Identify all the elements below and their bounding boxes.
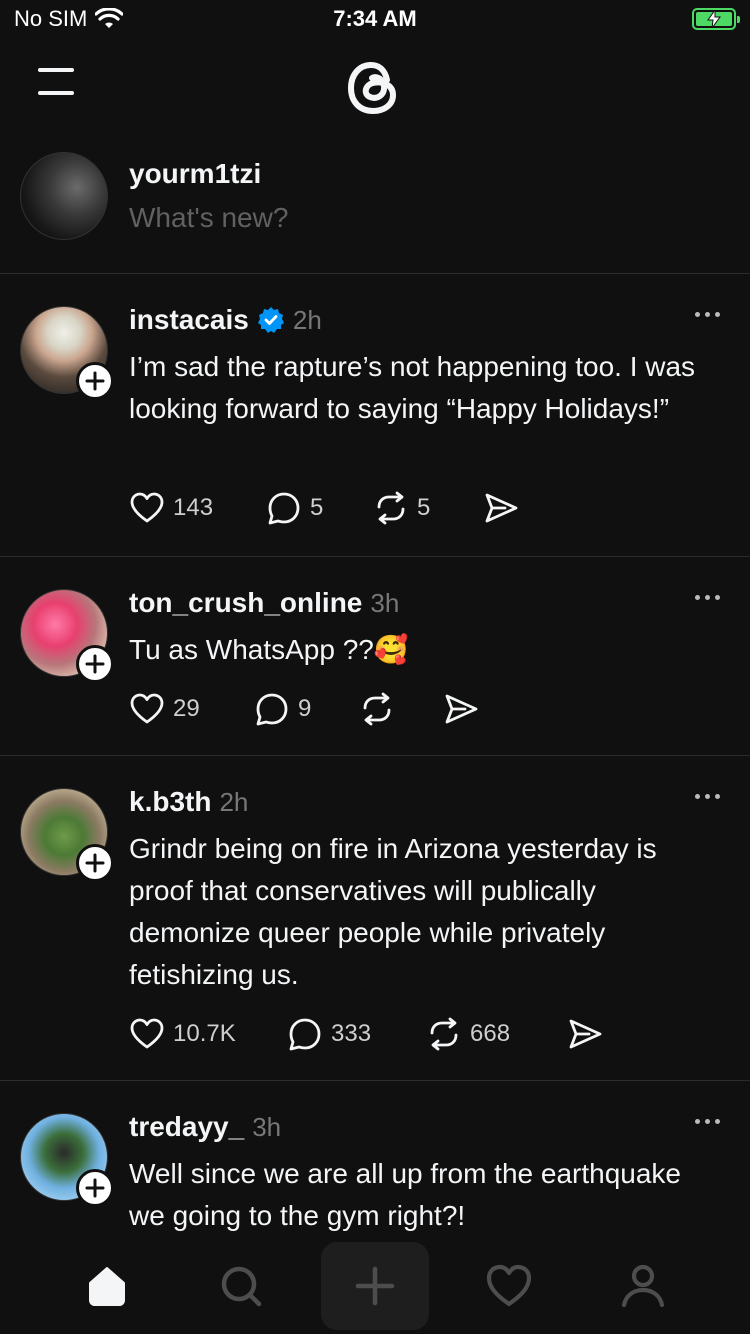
repost-count: 5 (417, 494, 431, 521)
reply-button[interactable]: 333 (287, 1016, 426, 1052)
heart-icon (130, 1018, 164, 1049)
clock: 7:34 AM (333, 6, 417, 31)
search-icon (221, 1266, 262, 1307)
post-text: Tu as WhatsApp ??🥰 (129, 634, 409, 665)
repost-icon (430, 1017, 458, 1051)
comment-icon (268, 492, 300, 525)
repost-button[interactable]: 668 (426, 1016, 567, 1052)
send-icon (445, 694, 478, 724)
post-meta: tredayy_ 3h (129, 1111, 281, 1143)
post[interactable]: tredayy_ 3h Well since we are all up fro… (0, 1081, 750, 1241)
follow-button[interactable] (76, 1169, 114, 1207)
heart-icon (486, 1264, 532, 1307)
post-avatar[interactable] (20, 306, 114, 400)
tab-create[interactable] (321, 1242, 429, 1330)
avatar[interactable] (20, 152, 108, 240)
menu-icon[interactable] (38, 68, 74, 102)
reply-count: 333 (331, 1020, 372, 1047)
repost-button[interactable]: 5 (373, 490, 483, 526)
profile-icon (621, 1264, 665, 1308)
post-time: 3h (252, 1111, 282, 1142)
tab-profile[interactable] (593, 1244, 693, 1328)
app-header (0, 44, 750, 134)
like-count: 29 (173, 695, 200, 722)
post-text: Grindr being on fire in Arizona yesterda… (129, 833, 657, 990)
battery-icon (692, 8, 740, 30)
reply-count: 9 (298, 695, 312, 722)
post-avatar[interactable] (20, 589, 114, 683)
reply-button[interactable]: 5 (266, 490, 373, 526)
post-time: 2h (219, 786, 249, 817)
verified-badge-icon (257, 307, 284, 333)
composer[interactable]: yourm1tzi What's new? (0, 150, 750, 274)
like-button[interactable]: 143 (129, 490, 266, 526)
tab-search[interactable] (191, 1244, 291, 1328)
post-username[interactable]: ton_crush_online (129, 587, 362, 619)
plus-icon (85, 371, 105, 391)
repost-button[interactable] (359, 691, 443, 727)
share-button[interactable] (483, 490, 519, 526)
more-icon[interactable] (695, 312, 720, 317)
comment-icon (256, 693, 288, 726)
compose-input[interactable]: What's new? (129, 202, 288, 234)
post-text: I’m sad the rapture’s not happening too.… (129, 351, 696, 424)
composer-username: yourm1tzi (129, 158, 262, 189)
tab-bar (0, 1238, 750, 1334)
like-button[interactable]: 29 (129, 691, 254, 727)
reply-count: 5 (310, 494, 324, 521)
reply-button[interactable]: 9 (254, 691, 359, 727)
repost-icon (363, 692, 391, 726)
more-icon[interactable] (695, 1119, 720, 1124)
comment-icon (289, 1018, 321, 1051)
post-time: 2h (292, 304, 322, 335)
charging-bolt-icon (707, 10, 721, 28)
follow-button[interactable] (76, 362, 114, 400)
threads-logo-icon[interactable] (343, 56, 407, 120)
home-icon (89, 1267, 125, 1306)
post-meta: instacais 2h (129, 304, 322, 336)
post[interactable]: instacais 2h I’m sad the rapture’s not h… (0, 274, 750, 557)
post-avatar[interactable] (20, 1113, 114, 1207)
plus-icon (85, 853, 105, 873)
post-actions: 143 5 5 (129, 490, 519, 526)
heart-icon (130, 492, 164, 523)
send-icon (485, 493, 518, 523)
tab-activity[interactable] (459, 1244, 559, 1328)
more-icon[interactable] (695, 794, 720, 799)
plus-icon (355, 1266, 395, 1306)
more-icon[interactable] (695, 595, 720, 600)
repost-icon (377, 491, 405, 525)
send-icon (569, 1019, 602, 1049)
post-actions: 10.7K 333 668 (129, 1016, 603, 1052)
tab-home[interactable] (57, 1244, 157, 1328)
plus-icon (85, 1178, 105, 1198)
post-actions: 29 9 (129, 691, 479, 727)
follow-button[interactable] (76, 844, 114, 882)
post[interactable]: k.b3th 2h Grindr being on fire in Arizon… (0, 756, 750, 1081)
like-count: 143 (173, 494, 214, 521)
post-meta: ton_crush_online 3h (129, 587, 399, 619)
like-button[interactable]: 10.7K (129, 1016, 287, 1052)
plus-icon (85, 654, 105, 674)
heart-icon (130, 693, 164, 724)
post-meta: k.b3th 2h (129, 786, 248, 818)
like-count: 10.7K (173, 1020, 236, 1047)
post-time: 3h (370, 587, 400, 618)
follow-button[interactable] (76, 645, 114, 683)
share-button[interactable] (567, 1016, 603, 1052)
repost-count: 668 (470, 1020, 511, 1047)
post-username[interactable]: k.b3th (129, 786, 211, 818)
post-text: Well since we are all up from the earthq… (129, 1158, 681, 1231)
post[interactable]: ton_crush_online 3h Tu as WhatsApp ??🥰 2… (0, 557, 750, 756)
status-bar: No SIM 7:34 AM (0, 0, 750, 40)
share-button[interactable] (443, 691, 479, 727)
post-avatar[interactable] (20, 788, 114, 882)
post-username[interactable]: tredayy_ (129, 1111, 244, 1143)
post-username[interactable]: instacais (129, 304, 249, 336)
